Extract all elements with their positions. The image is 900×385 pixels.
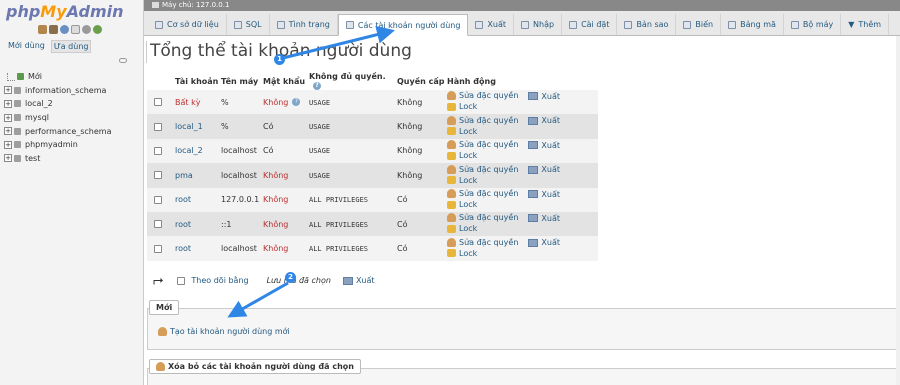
annotation-arrow-2 [227,281,289,318]
annotation-arrow-1 [282,25,395,60]
annotation-badge-2: 2 [285,272,296,283]
annotation-overlay [227,25,395,318]
annotation-badge-1: 1 [274,54,285,65]
